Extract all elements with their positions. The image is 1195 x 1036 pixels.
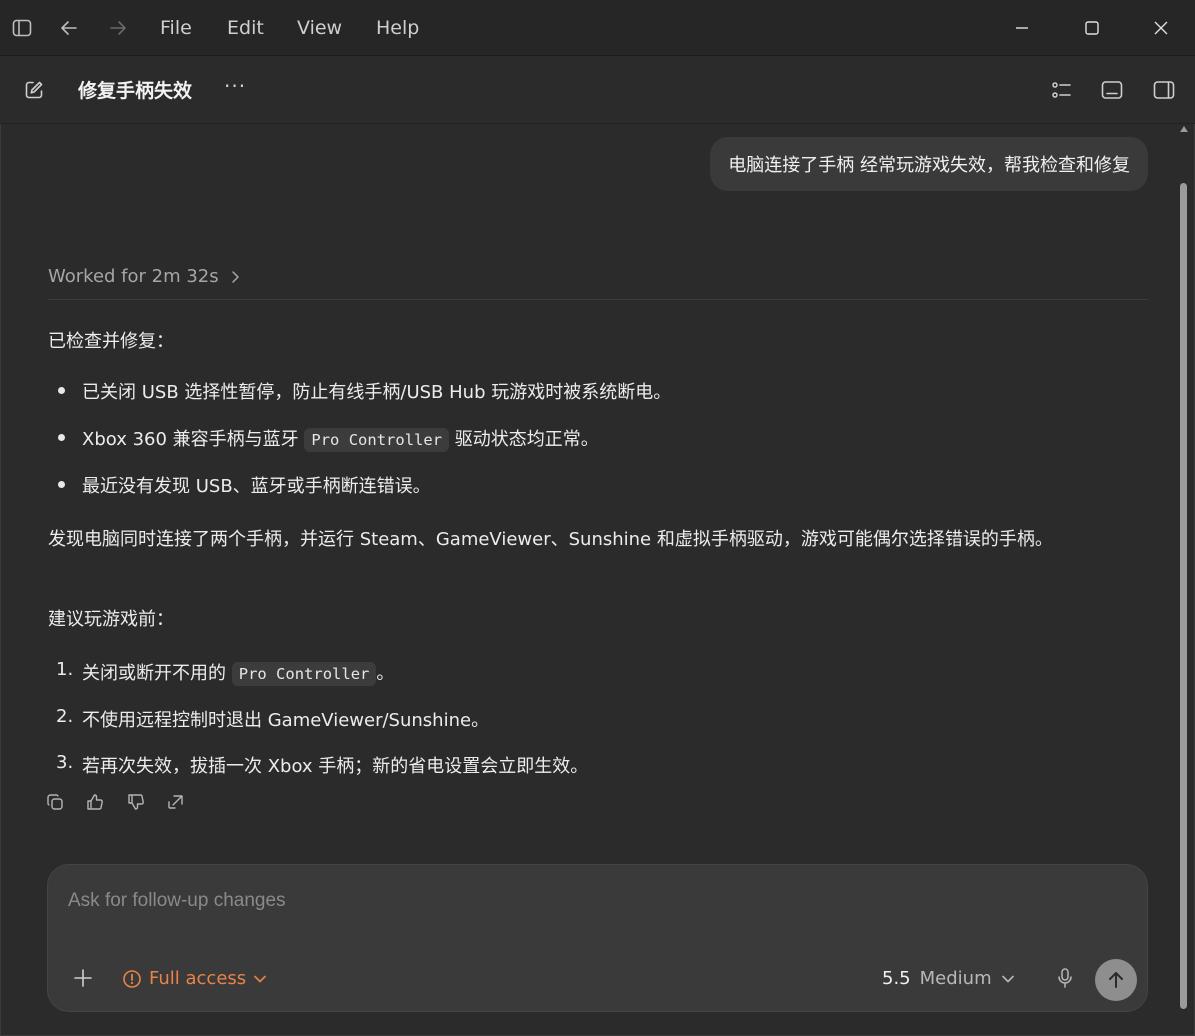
step-item: 若再次失效，拔插一次 Xbox 手柄；新的省电设置会立即生效。 (82, 752, 588, 778)
arrow-up-icon (1109, 972, 1123, 988)
forward-arrow-icon[interactable] (104, 14, 132, 42)
step-number: 1. (56, 659, 74, 680)
microphone-icon[interactable] (1052, 965, 1078, 991)
bullet-text: 已关闭 USB 选择性暂停，防止有线手柄/USB Hub 玩游戏时被系统断电。 (82, 382, 672, 403)
right-panel-icon[interactable] (1150, 76, 1178, 104)
bullet-text: 驱动状态均正常。 (449, 429, 599, 450)
follow-up-input[interactable] (66, 889, 1070, 913)
task-list-icon[interactable] (1048, 76, 1076, 104)
access-label: Full access (149, 968, 247, 989)
chevron-right-icon (231, 270, 239, 283)
divider (48, 299, 1148, 300)
worked-for-toggle[interactable]: Worked for 2m 32s (48, 266, 241, 287)
more-options-button[interactable]: ··· (224, 74, 246, 98)
step-text: 若再次失效，拔插一次 Xbox 手柄；新的省电设置会立即生效。 (82, 756, 589, 777)
bullet-dot (58, 387, 65, 394)
warning-icon (123, 969, 141, 988)
chevron-down-icon (1001, 975, 1014, 982)
inline-code: Pro Controller (231, 662, 377, 686)
menu-file[interactable]: File (160, 17, 192, 39)
step-text: 不使用远程控制时退出 GameViewer/Sunshine。 (82, 710, 490, 731)
minimize-icon[interactable] (999, 10, 1045, 46)
chat-header: 修复手柄失效 ··· (0, 56, 1195, 124)
bullet-dot (58, 481, 65, 488)
bullet-item: 最近没有发现 USB、蓝牙或手柄断连错误。 (82, 472, 431, 498)
finding-paragraph: 发现电脑同时连接了两个手柄，并运行 Steam、GameViewer、Sunsh… (48, 529, 1053, 550)
model-version: 5.5 (882, 968, 911, 989)
thumbs-up-icon[interactable] (83, 790, 107, 814)
step-item: 不使用远程控制时退出 GameViewer/Sunshine。 (82, 706, 489, 732)
bullet-item: 已关闭 USB 选择性暂停，防止有线手柄/USB Hub 玩游戏时被系统断电。 (82, 378, 671, 404)
copy-icon[interactable] (43, 790, 67, 814)
bullet-dot (58, 434, 65, 441)
composer: Full access 5.5 Medium (47, 864, 1148, 1012)
close-icon[interactable] (1138, 10, 1184, 46)
back-arrow-icon[interactable] (55, 14, 83, 42)
plus-icon[interactable] (70, 965, 96, 991)
new-chat-edit-icon[interactable] (20, 76, 48, 104)
menu-help[interactable]: Help (376, 17, 419, 39)
advice-title: 建议玩游戏前： (48, 609, 174, 630)
step-text: 。 (376, 663, 395, 684)
step-item: 关闭或断开不用的 Pro Controller。 (82, 659, 395, 686)
title-bar: File Edit View Help (0, 0, 1195, 56)
share-icon[interactable] (164, 790, 188, 814)
bullet-item: Xbox 360 兼容手柄与蓝牙 Pro Controller 驱动状态均正常。 (82, 425, 599, 452)
bullet-text: Xbox 360 兼容手柄与蓝牙 (82, 429, 305, 450)
worked-for-label: Worked for 2m 32s (48, 266, 219, 287)
inline-code: Pro Controller (304, 428, 450, 452)
step-number: 3. (56, 752, 74, 773)
scroll-up-icon[interactable] (1180, 126, 1188, 132)
page-title: 修复手柄失效 (78, 80, 193, 102)
sidebar-toggle-icon[interactable] (8, 14, 36, 42)
user-message-bubble: 电脑连接了手柄 经常玩游戏失效，帮我检查和修复 (710, 137, 1148, 191)
response-intro: 已检查并修复： (48, 331, 174, 352)
chevron-down-icon (254, 975, 266, 982)
send-button[interactable] (1095, 959, 1137, 1001)
scrollbar-thumb[interactable] (1180, 183, 1187, 1009)
menu-view[interactable]: View (297, 17, 342, 39)
thumbs-down-icon[interactable] (124, 790, 148, 814)
bullet-text: 最近没有发现 USB、蓝牙或手柄断连错误。 (82, 476, 431, 497)
step-text: 关闭或断开不用的 (82, 663, 232, 684)
access-dropdown[interactable]: Full access (122, 968, 267, 989)
bottom-panel-icon[interactable] (1098, 76, 1126, 104)
menu-edit[interactable]: Edit (227, 17, 264, 39)
maximize-icon[interactable] (1069, 10, 1115, 46)
user-message-text: 电脑连接了手柄 经常玩游戏失效，帮我检查和修复 (728, 155, 1130, 176)
step-number: 2. (56, 706, 74, 727)
model-selector[interactable]: 5.5 Medium (882, 968, 1015, 989)
model-effort: Medium (919, 968, 992, 989)
